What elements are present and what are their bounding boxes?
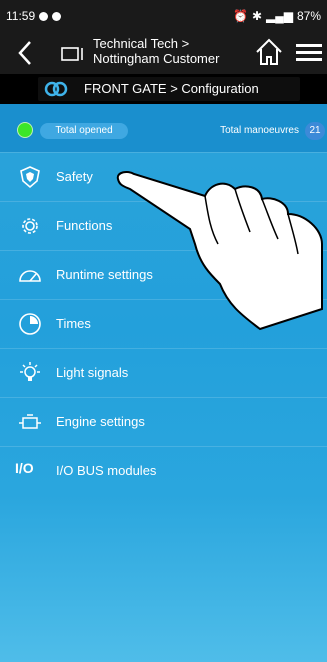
app-header: Technical Tech > Nottingham Customer xyxy=(0,32,327,74)
gate-status-row: Total opened Total manoeuvres 21 xyxy=(0,104,327,152)
menu-item-light-signals[interactable]: Light signals xyxy=(0,348,327,396)
menu-item-times[interactable]: Times xyxy=(0,299,327,347)
notification-icon xyxy=(39,11,49,21)
hamburger-icon xyxy=(296,44,322,61)
device-icon xyxy=(61,47,83,61)
link-icon xyxy=(44,81,68,97)
page-title: FRONT GATE > Configuration xyxy=(84,81,259,96)
sub-header: FRONT GATE > Configuration xyxy=(0,74,327,104)
back-button[interactable] xyxy=(10,38,40,68)
breadcrumb[interactable]: Technical Tech > Nottingham Customer xyxy=(93,36,219,66)
shield-icon xyxy=(20,166,40,189)
breadcrumb-customer: Nottingham Customer xyxy=(93,51,220,66)
status-badge: Total opened xyxy=(40,123,128,139)
menu-item-engine-settings[interactable]: Engine settings xyxy=(0,397,327,445)
breadcrumb-installer: Technical Tech > xyxy=(93,36,190,51)
signal-icon: ▂▄▆ xyxy=(266,9,293,23)
manoeuvres-label: Total manoeuvres xyxy=(220,125,299,136)
menu-item-label: Functions xyxy=(56,218,113,233)
status-led-icon xyxy=(17,122,33,138)
menu-item-label: Runtime settings xyxy=(56,267,153,282)
manoeuvres-count-badge: 21 xyxy=(305,122,325,140)
menu-item-label: Engine settings xyxy=(56,414,145,429)
chevron-left-icon xyxy=(18,41,31,65)
notification-icon xyxy=(52,11,62,21)
menu-item-label: I/O BUS modules xyxy=(56,463,157,478)
clock-icon xyxy=(19,313,41,335)
gear-icon xyxy=(22,218,38,234)
alarm-icon: ⏰ xyxy=(232,9,248,23)
home-button[interactable] xyxy=(254,37,284,67)
status-right: ⏰ ✱ ▂▄▆ 87% xyxy=(233,9,321,23)
gauge-icon xyxy=(19,270,41,282)
engine-icon xyxy=(19,414,41,429)
menu-item-runtime-settings[interactable]: Runtime settings xyxy=(0,250,327,298)
io-icon: I/O xyxy=(15,460,34,476)
status-bar: 11:59 ⏰ ✱ ▂▄▆ 87% xyxy=(0,0,327,32)
home-icon xyxy=(256,38,282,65)
menu-item-functions[interactable]: Functions xyxy=(0,201,327,249)
menu-item-safety[interactable]: Safety xyxy=(0,152,327,200)
menu-item-io-bus-modules[interactable]: I/O I/O BUS modules xyxy=(0,446,327,494)
bluetooth-icon: ✱ xyxy=(251,9,262,23)
menu-item-label: Light signals xyxy=(56,365,129,380)
clock-text: 11:59 xyxy=(6,9,36,23)
main-content: Total opened Total manoeuvres 21 Safety … xyxy=(0,104,327,662)
status-left: 11:59 xyxy=(6,9,62,23)
menu-item-label: Times xyxy=(56,316,91,331)
battery-text: 87% xyxy=(296,9,321,23)
lightbulb-icon xyxy=(20,362,40,381)
hamburger-menu-button[interactable] xyxy=(296,40,322,66)
menu-item-label: Safety xyxy=(56,169,93,184)
